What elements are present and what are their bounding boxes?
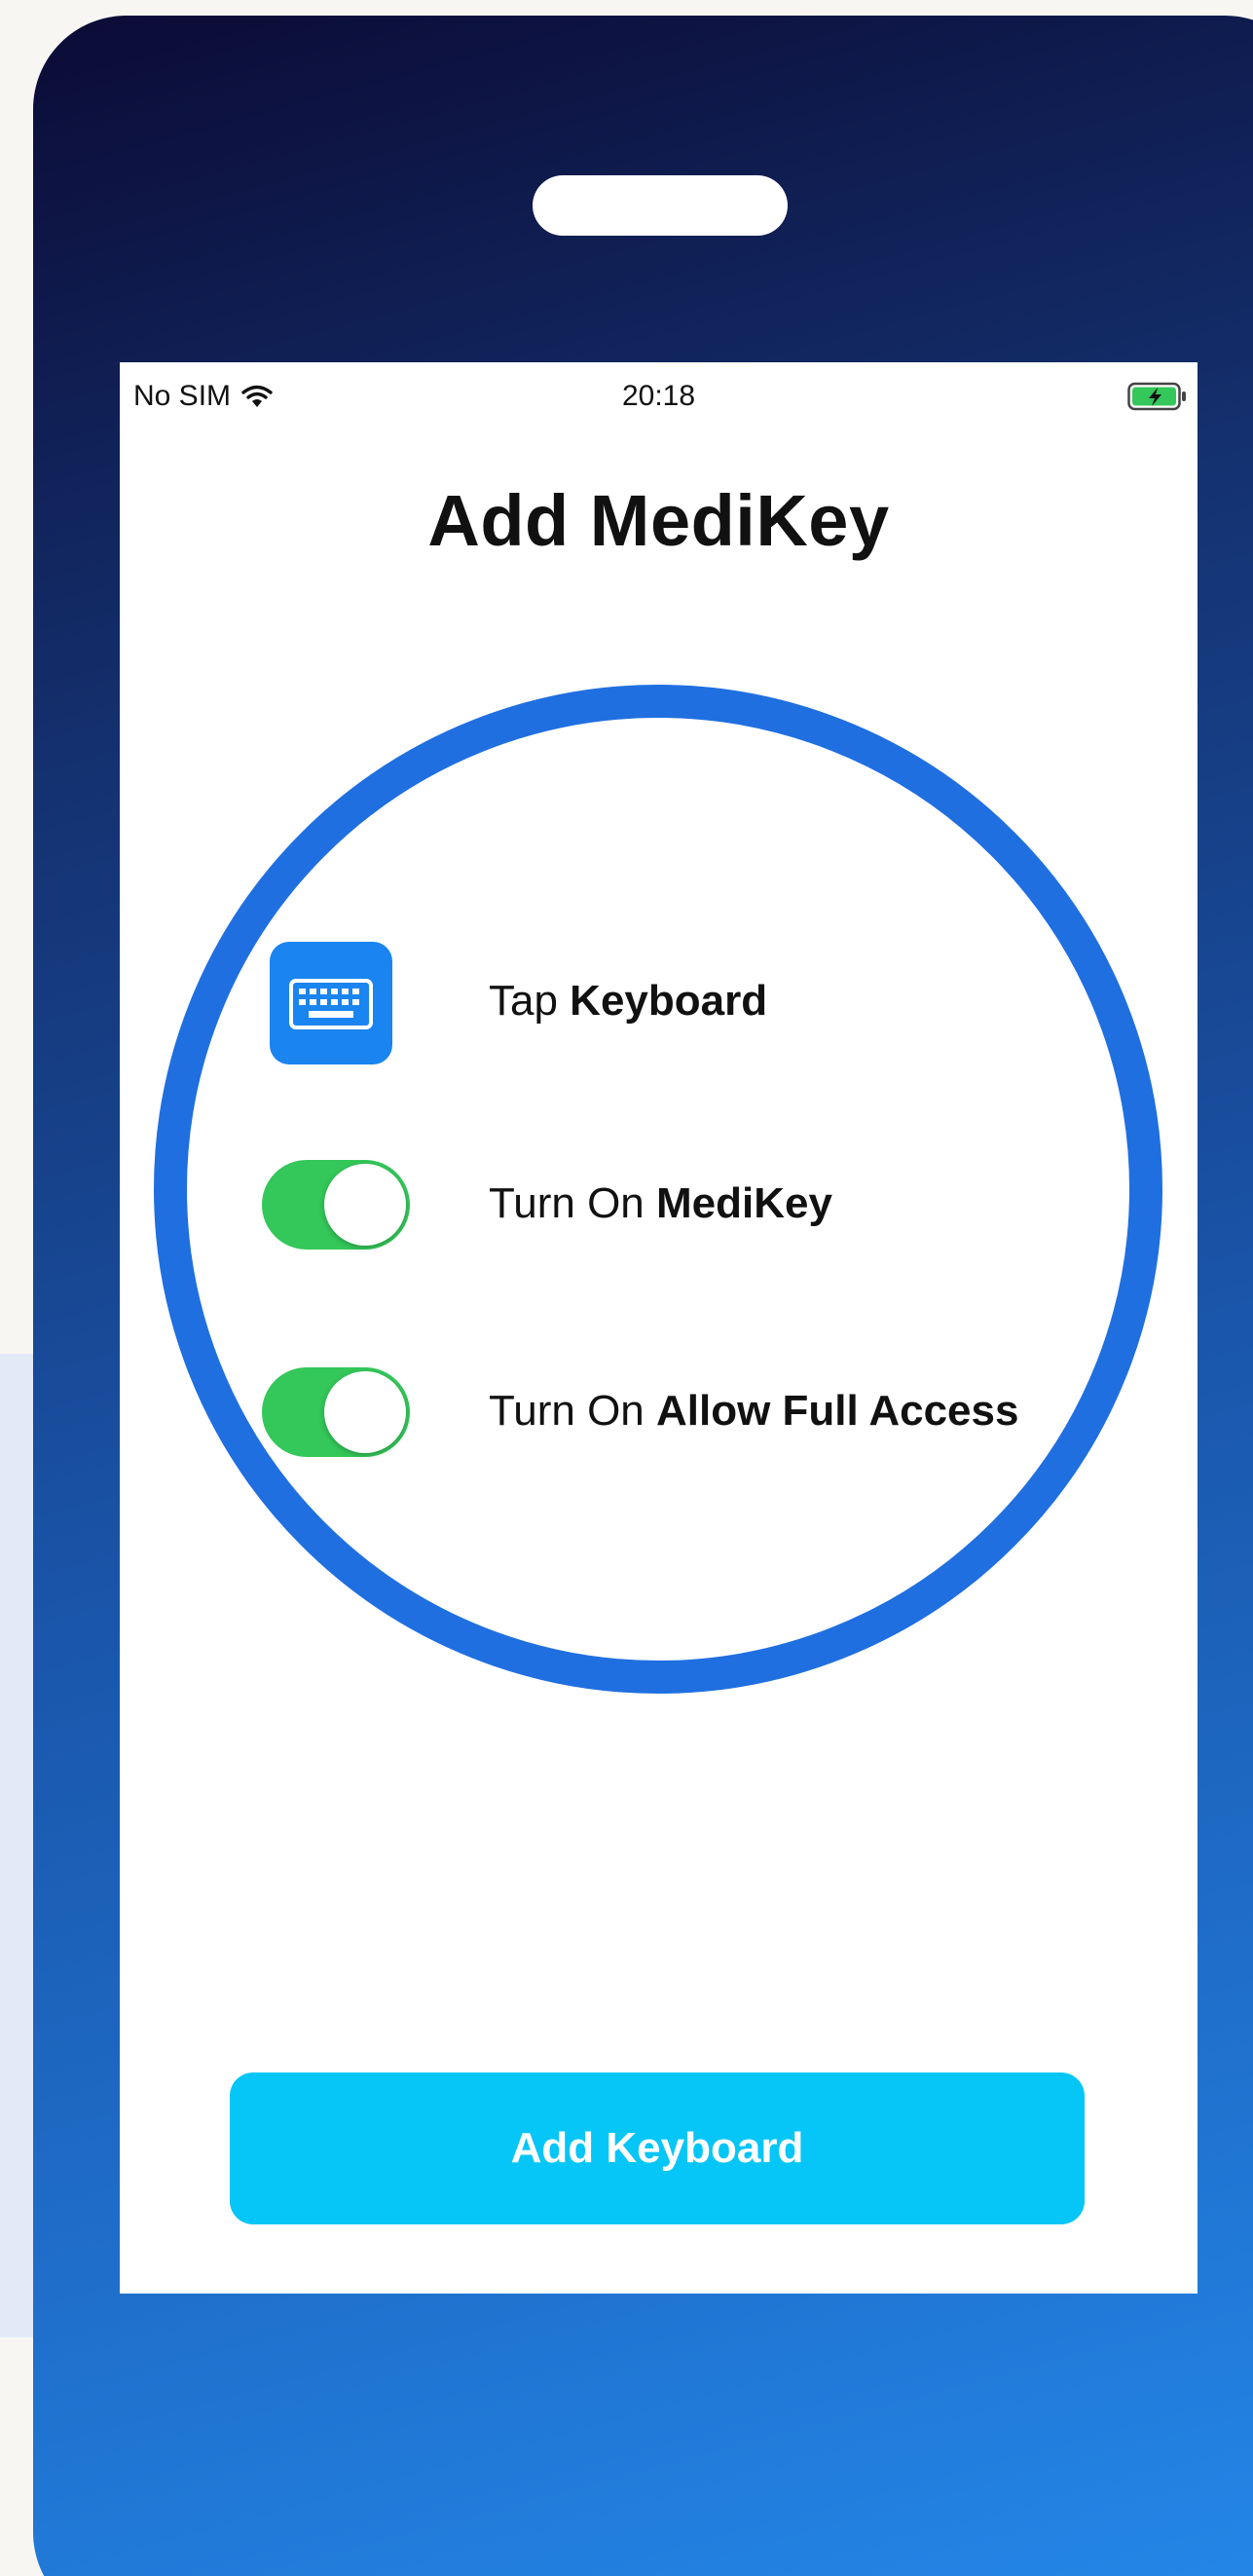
toggle-knob (324, 1371, 406, 1453)
page: No SIM 20:18 Add MediKey Tap Keyboard Tu… (0, 0, 1253, 2576)
step-emphasis: Keyboard (570, 977, 768, 1025)
page-title: Add MediKey (427, 480, 890, 561)
status-time: 20:18 (621, 380, 696, 412)
step-emphasis: Allow Full Access (655, 1387, 1019, 1435)
status-bar: No SIM 20:18 (120, 362, 1198, 430)
toggle-knob (324, 1164, 406, 1246)
phone-frame: No SIM 20:18 Add MediKey Tap Keyboard Tu… (33, 16, 1253, 2576)
step-text-turn-on-medikey: Turn On MediKey (489, 1179, 832, 1228)
full-access-toggle[interactable] (262, 1367, 410, 1457)
step-turn-on-medikey: Turn On MediKey (120, 1160, 1198, 1277)
phone-speaker (533, 175, 788, 236)
step-tap-keyboard: Tap Keyboard (120, 942, 1198, 1064)
medikey-toggle[interactable] (262, 1160, 410, 1250)
step-prefix: Tap (489, 977, 571, 1025)
keyboard-icon[interactable] (270, 942, 392, 1064)
phone-screen: No SIM 20:18 Add MediKey Tap Keyboard Tu… (120, 362, 1198, 2294)
step-text-allow-full-access: Turn On Allow Full Access (489, 1387, 1018, 1436)
step-text-tap-keyboard: Tap Keyboard (489, 977, 767, 1026)
step-allow-full-access: Turn On Allow Full Access (120, 1367, 1198, 1484)
add-keyboard-button[interactable]: Add Keyboard (230, 2072, 1085, 2224)
battery-charging-icon (1127, 382, 1186, 411)
step-prefix: Turn On (489, 1179, 656, 1227)
step-prefix: Turn On (489, 1387, 656, 1435)
keyboard-glyph (289, 979, 373, 1029)
step-emphasis: MediKey (655, 1179, 832, 1227)
